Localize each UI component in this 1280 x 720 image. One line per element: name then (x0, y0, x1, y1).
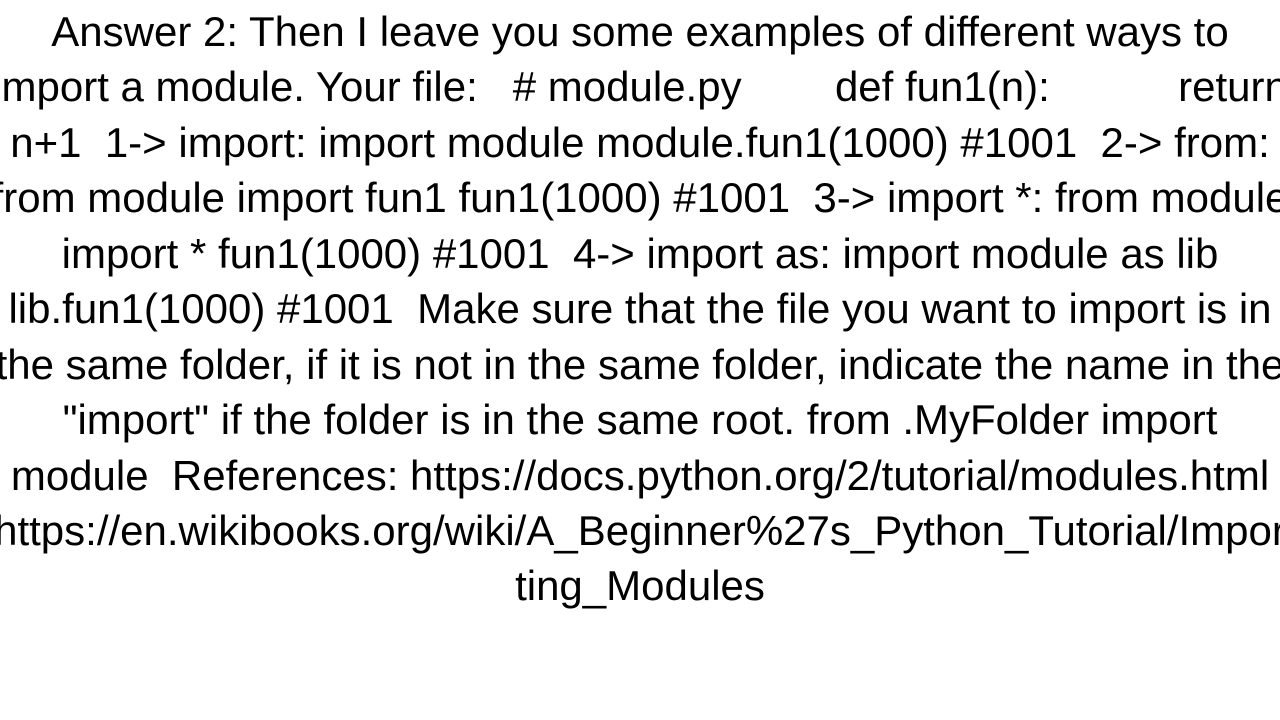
answer-body-text: Answer 2: Then I leave you some examples… (0, 4, 1280, 614)
